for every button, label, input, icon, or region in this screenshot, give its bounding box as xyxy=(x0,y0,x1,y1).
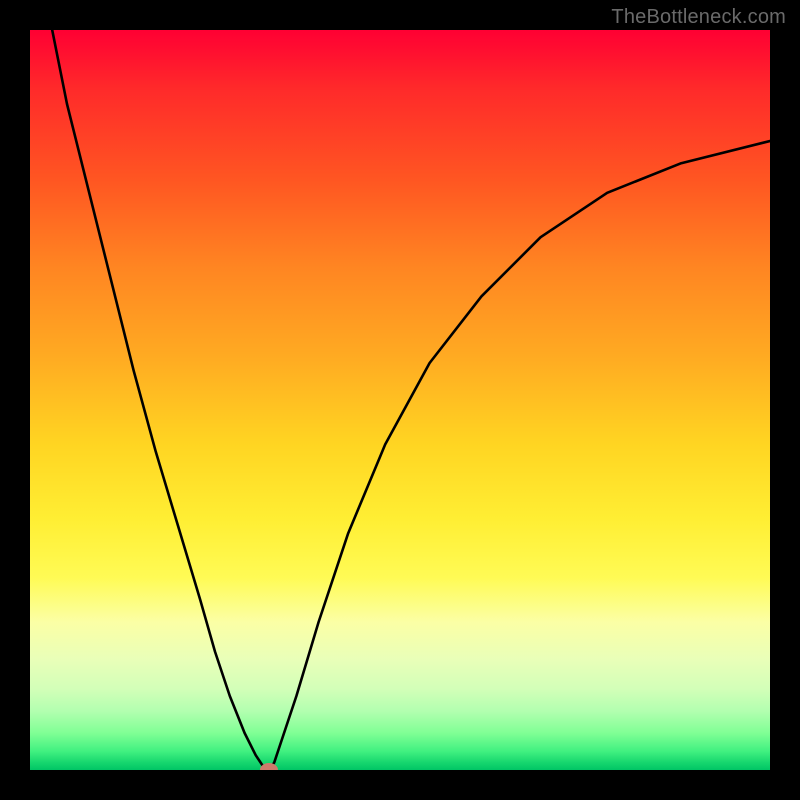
chart-frame: TheBottleneck.com xyxy=(0,0,800,800)
plot-area xyxy=(30,30,770,770)
curve-layer xyxy=(30,30,770,770)
bottleneck-curve xyxy=(52,30,770,770)
optimal-point-marker xyxy=(260,763,278,770)
watermark-text: TheBottleneck.com xyxy=(611,6,786,29)
